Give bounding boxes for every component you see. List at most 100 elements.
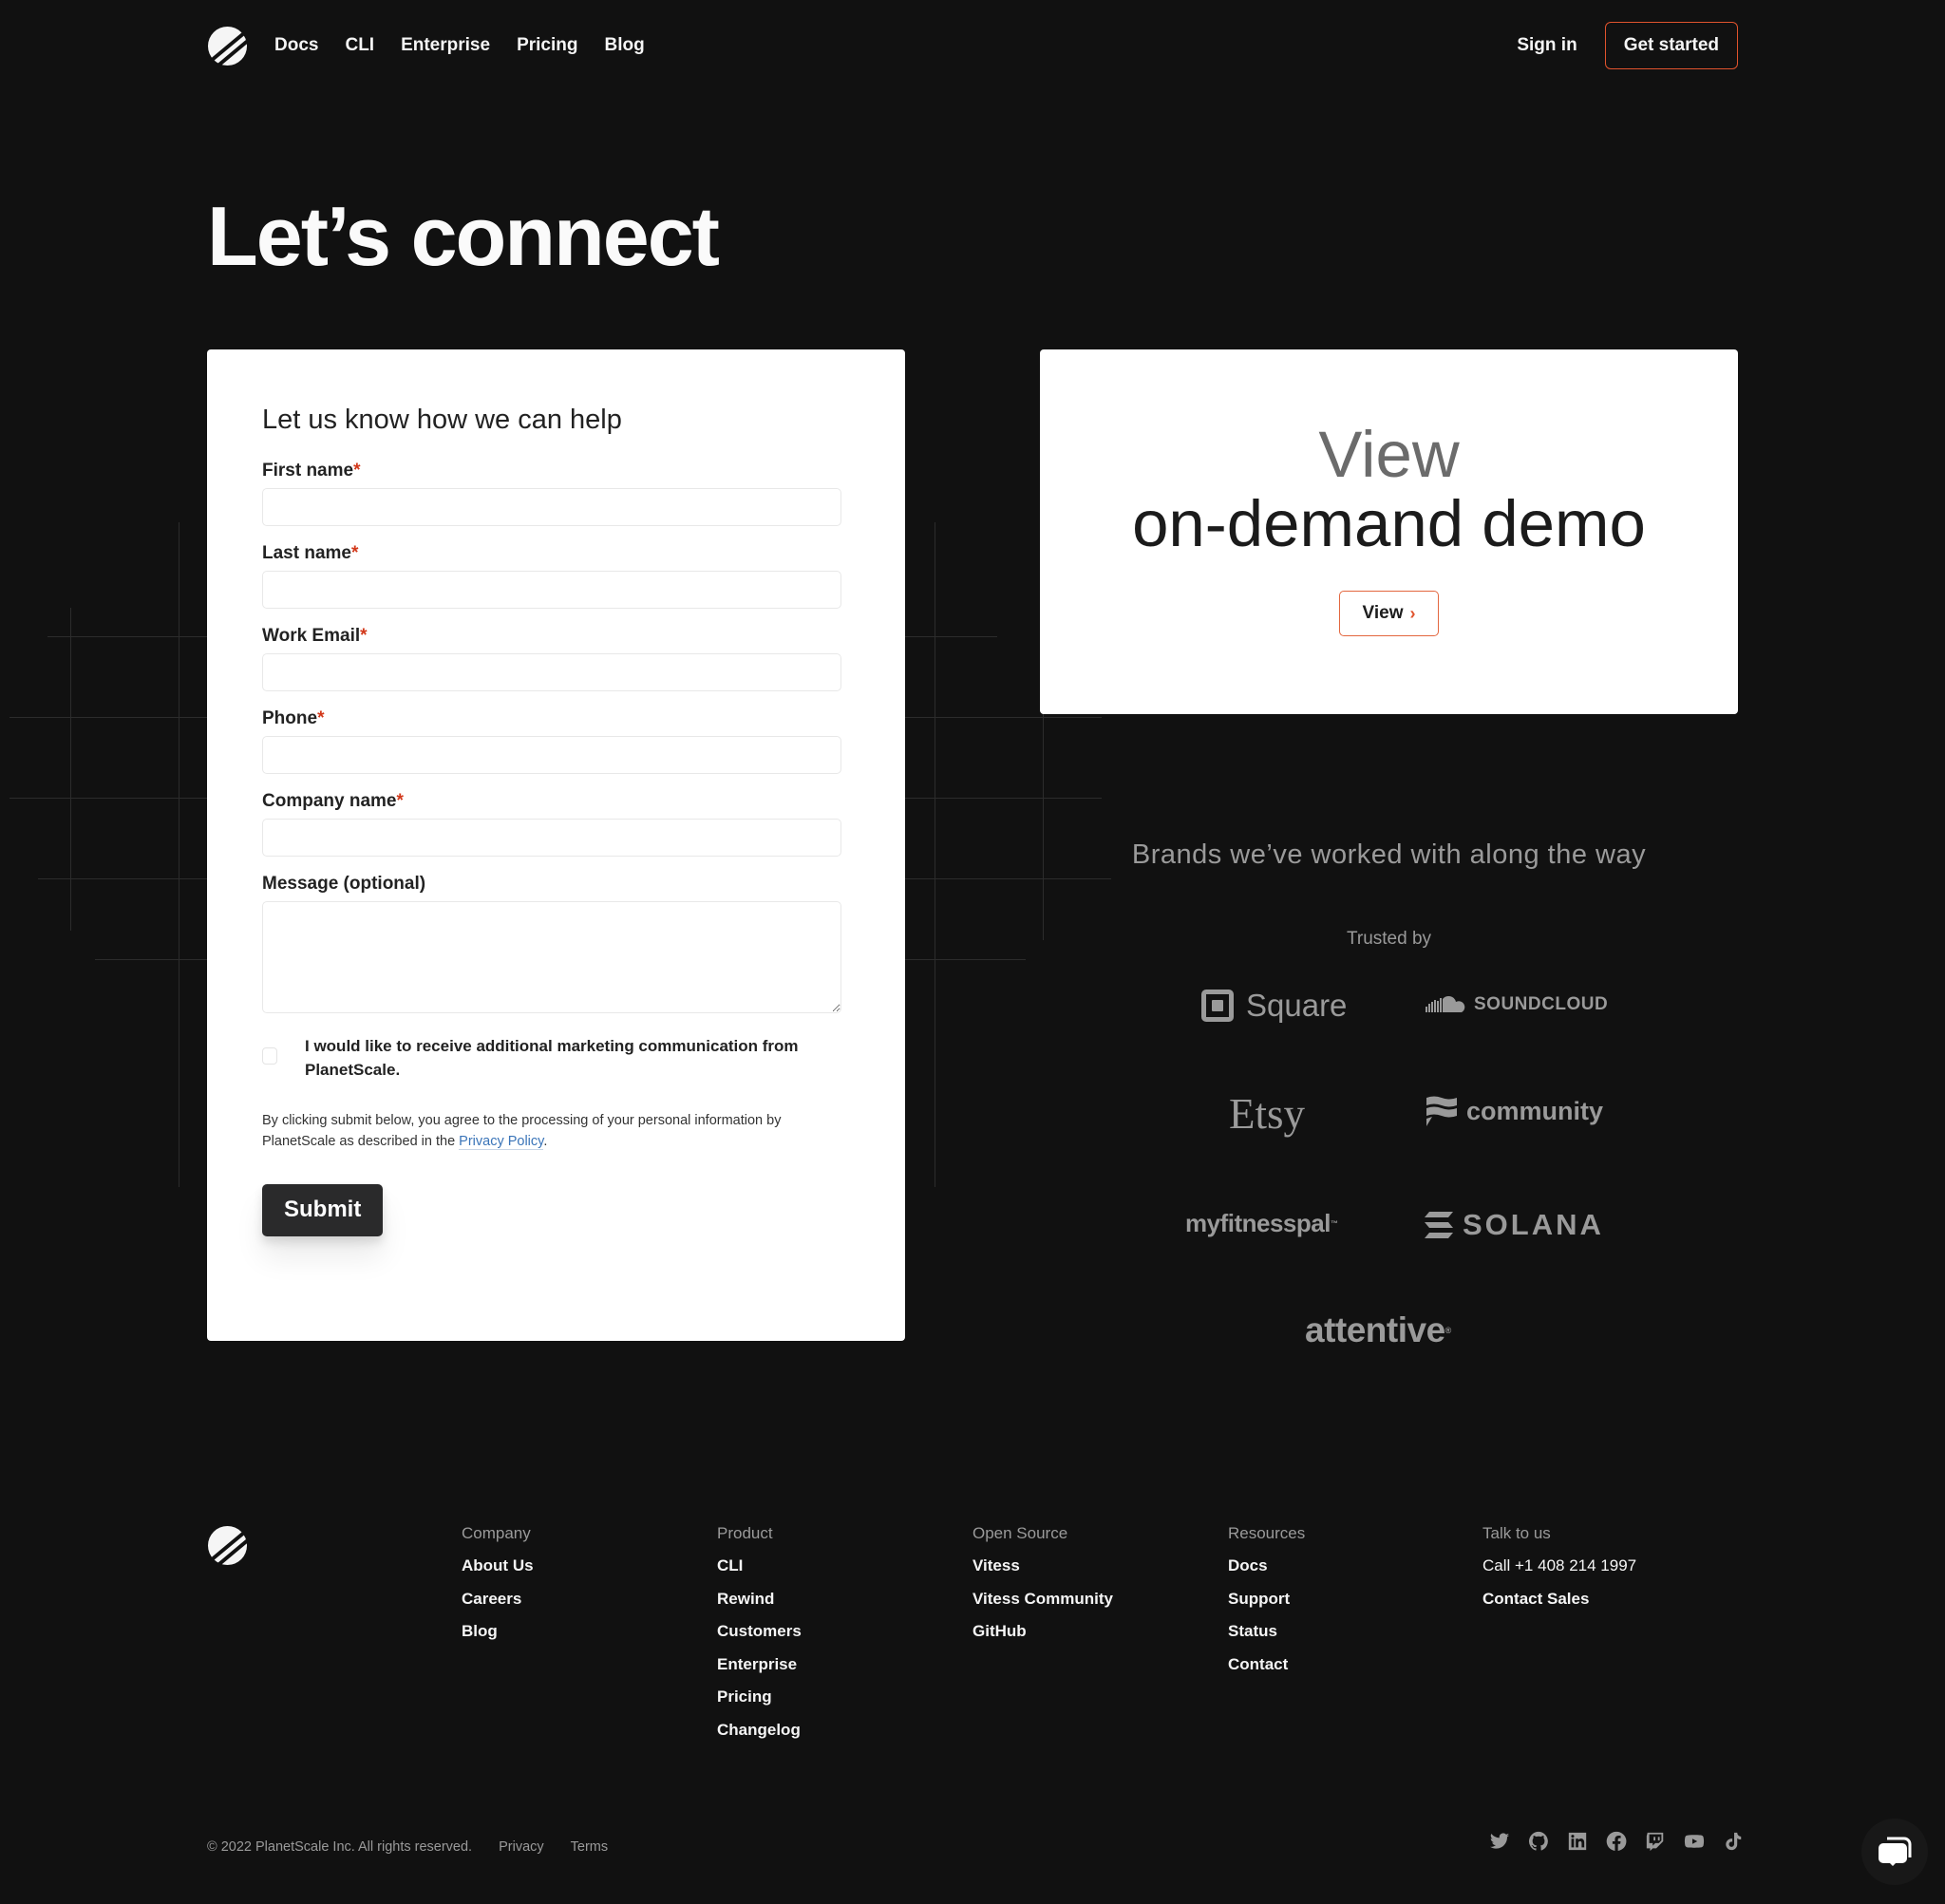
work-email-input[interactable]	[262, 653, 841, 691]
work-email-label: Work Email*	[262, 626, 368, 646]
footer-bottom: © 2022 PlanetScale Inc. All rights reser…	[207, 1839, 634, 1855]
marketing-checkbox[interactable]	[262, 1047, 277, 1065]
required-asterisk: *	[317, 708, 325, 728]
footer-link-docs[interactable]: Docs	[1228, 1556, 1305, 1590]
chat-widget-button[interactable]	[1861, 1819, 1928, 1885]
footer-link-customers[interactable]: Customers	[717, 1622, 802, 1655]
footer-col-open-source: Open Source Vitess Vitess Community GitH…	[972, 1524, 1113, 1655]
consent-text: By clicking submit below, you agree to t…	[262, 1113, 782, 1150]
company-name-field: Company name*	[262, 791, 850, 857]
sign-in-link[interactable]: Sign in	[1517, 35, 1577, 56]
company-name-input[interactable]	[262, 819, 841, 857]
community-flag-icon	[1426, 1096, 1457, 1126]
main-nav: Docs CLI Enterprise Pricing Blog	[274, 35, 671, 56]
footer-heading: Talk to us	[1482, 1524, 1551, 1542]
footer-col-product: Product CLI Rewind Customers Enterprise …	[717, 1524, 802, 1753]
last-name-field: Last name*	[262, 543, 850, 609]
chat-bubble-icon	[1879, 1837, 1912, 1866]
footer-heading: Product	[717, 1524, 773, 1542]
nav-enterprise[interactable]: Enterprise	[401, 35, 490, 56]
facebook-icon[interactable]	[1606, 1831, 1627, 1852]
footer-link-careers[interactable]: Careers	[462, 1590, 534, 1623]
demo-heading-view: View	[1318, 418, 1460, 491]
footer-link-contact-sales[interactable]: Contact Sales	[1482, 1590, 1636, 1623]
submit-button[interactable]: Submit	[262, 1184, 384, 1236]
etsy-logo: Etsy	[1229, 1090, 1306, 1138]
square-logo: Square	[1201, 988, 1347, 1024]
attentive-logo: attentive ®	[1305, 1310, 1451, 1349]
first-name-input[interactable]	[262, 488, 841, 526]
marketing-checkbox-label[interactable]: I would like to receive additional marke…	[305, 1034, 837, 1082]
footer-heading: Open Source	[972, 1524, 1068, 1542]
footer-phone[interactable]: Call +1 408 214 1997	[1482, 1556, 1636, 1590]
footer-link-github[interactable]: GitHub	[972, 1622, 1113, 1655]
nav-pricing[interactable]: Pricing	[517, 35, 577, 56]
footer-link-vitess-community[interactable]: Vitess Community	[972, 1590, 1113, 1623]
brands-title: Brands we’ve worked with along the way	[1131, 839, 1647, 870]
page-title: Let’s connect	[207, 189, 720, 283]
copyright: © 2022 PlanetScale Inc. All rights reser…	[207, 1839, 473, 1855]
top-nav: Docs CLI Enterprise Pricing Blog Sign in…	[207, 0, 1738, 91]
message-label: Message (optional)	[262, 874, 426, 894]
trusted-by-label: Trusted by	[1346, 929, 1432, 949]
tiktok-icon[interactable]	[1723, 1831, 1744, 1852]
footer-link-about-us[interactable]: About Us	[462, 1556, 534, 1590]
nav-cli[interactable]: CLI	[345, 35, 374, 56]
footer-link-enterprise[interactable]: Enterprise	[717, 1655, 802, 1688]
footer-link-blog[interactable]: Blog	[462, 1622, 534, 1655]
github-icon[interactable]	[1528, 1831, 1549, 1852]
nav-docs[interactable]: Docs	[274, 35, 318, 56]
first-name-label: First name*	[262, 461, 361, 481]
contact-form-card: Let us know how we can help First name* …	[207, 349, 905, 1341]
footer-heading: Resources	[1228, 1524, 1306, 1542]
soundcloud-logo: SOUNDCLOUD	[1425, 993, 1608, 1016]
twitch-icon[interactable]	[1645, 1831, 1666, 1852]
header-actions: Sign in Get started	[1517, 22, 1738, 69]
twitter-icon[interactable]	[1489, 1831, 1510, 1852]
last-name-label: Last name*	[262, 543, 359, 563]
privacy-policy-link[interactable]: Privacy Policy	[459, 1134, 544, 1150]
footer-link-cli[interactable]: CLI	[717, 1556, 802, 1590]
footer-link-contact[interactable]: Contact	[1228, 1655, 1305, 1688]
footer-link-changelog[interactable]: Changelog	[717, 1721, 802, 1754]
linkedin-icon[interactable]	[1567, 1831, 1588, 1852]
footer-col-talk-to-us: Talk to us Call +1 408 214 1997 Contact …	[1482, 1524, 1636, 1622]
footer-link-status[interactable]: Status	[1228, 1622, 1305, 1655]
solana-logo: SOLANA	[1425, 1208, 1604, 1242]
first-name-field: First name*	[262, 461, 850, 526]
view-demo-button[interactable]: View ›	[1338, 591, 1440, 636]
last-name-input[interactable]	[262, 571, 841, 609]
youtube-icon[interactable]	[1684, 1831, 1705, 1852]
phone-input[interactable]	[262, 736, 841, 774]
form-title: Let us know how we can help	[262, 405, 622, 435]
myfitnesspal-logo: myfitnesspal ™	[1185, 1209, 1338, 1237]
company-name-label: Company name*	[262, 791, 404, 811]
terms-link[interactable]: Terms	[571, 1839, 608, 1855]
community-logo: community	[1425, 1094, 1603, 1128]
chevron-right-icon: ›	[1409, 603, 1416, 623]
planetscale-logo-icon[interactable]	[207, 26, 248, 66]
phone-label: Phone*	[262, 708, 325, 728]
square-icon	[1201, 990, 1234, 1022]
privacy-link[interactable]: Privacy	[499, 1839, 544, 1855]
demo-card: View on-demand demo View ›	[1040, 349, 1738, 714]
solana-icon	[1425, 1212, 1453, 1238]
footer-link-rewind[interactable]: Rewind	[717, 1590, 802, 1623]
required-asterisk: *	[396, 791, 404, 811]
footer-link-pricing[interactable]: Pricing	[717, 1687, 802, 1721]
footer-logo-icon[interactable]	[207, 1525, 248, 1566]
work-email-field: Work Email*	[262, 626, 850, 691]
footer-link-support[interactable]: Support	[1228, 1590, 1305, 1623]
phone-field: Phone*	[262, 708, 850, 774]
nav-blog[interactable]: Blog	[604, 35, 644, 56]
get-started-button[interactable]: Get started	[1604, 22, 1738, 69]
footer-link-vitess[interactable]: Vitess	[972, 1556, 1113, 1590]
footer-col-resources: Resources Docs Support Status Contact	[1228, 1524, 1305, 1687]
social-links	[1489, 1831, 1744, 1852]
soundcloud-cloud-icon	[1426, 995, 1465, 1012]
message-field: Message (optional)	[262, 874, 850, 1013]
required-asterisk: *	[353, 461, 361, 481]
message-textarea[interactable]	[262, 901, 841, 1013]
demo-heading-sub: on-demand demo	[1132, 487, 1646, 560]
required-asterisk: *	[360, 626, 368, 646]
